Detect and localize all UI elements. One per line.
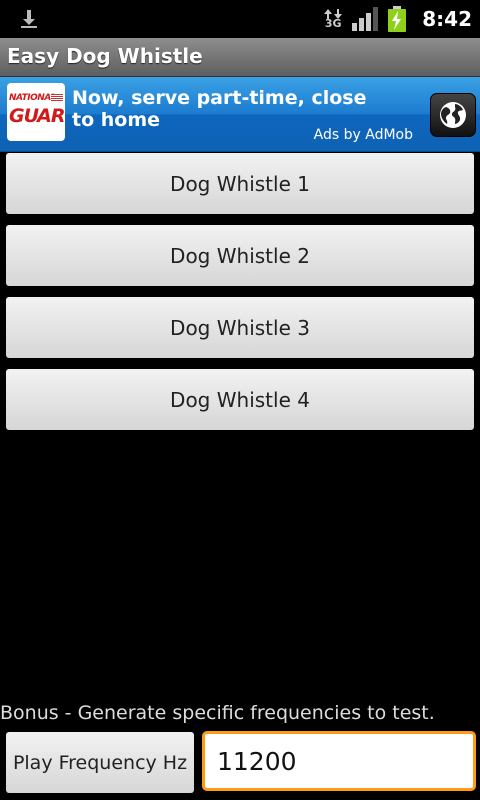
network-type-label: 3G [324, 17, 342, 30]
dog-whistle-2-button[interactable]: Dog Whistle 2 [6, 225, 474, 286]
ad-attribution: Ads by AdMob [313, 127, 413, 143]
clock: 8:42 [422, 7, 472, 31]
dog-whistle-1-button[interactable]: Dog Whistle 1 [6, 153, 474, 214]
network-indicator: 3G [324, 9, 343, 30]
logo-line2: GUARD [9, 105, 65, 127]
play-frequency-button[interactable]: Play Frequency Hz [6, 732, 194, 793]
globe-icon [440, 102, 466, 128]
advertiser-logo: NATIONAL GUARD [7, 83, 65, 141]
ad-banner[interactable]: NATIONAL GUARD Now, serve part-time, clo… [0, 77, 480, 152]
ad-action-button[interactable] [430, 93, 476, 137]
signal-icon [352, 7, 379, 31]
ad-headline: Now, serve part-time, close to home [72, 87, 367, 131]
status-bar: 3G 8:42 [0, 0, 480, 38]
dog-whistle-4-button[interactable]: Dog Whistle 4 [6, 369, 474, 430]
bonus-description: Bonus - Generate specific frequencies to… [0, 702, 435, 724]
logo-line1: NATIONAL [9, 93, 57, 103]
flag-icon [51, 94, 63, 101]
title-bar: Easy Dog Whistle [0, 38, 480, 77]
app-title: Easy Dog Whistle [7, 44, 203, 68]
download-icon [21, 10, 37, 28]
dog-whistle-3-button[interactable]: Dog Whistle 3 [6, 297, 474, 358]
battery-charging-icon [388, 6, 407, 32]
frequency-input[interactable] [202, 731, 476, 791]
